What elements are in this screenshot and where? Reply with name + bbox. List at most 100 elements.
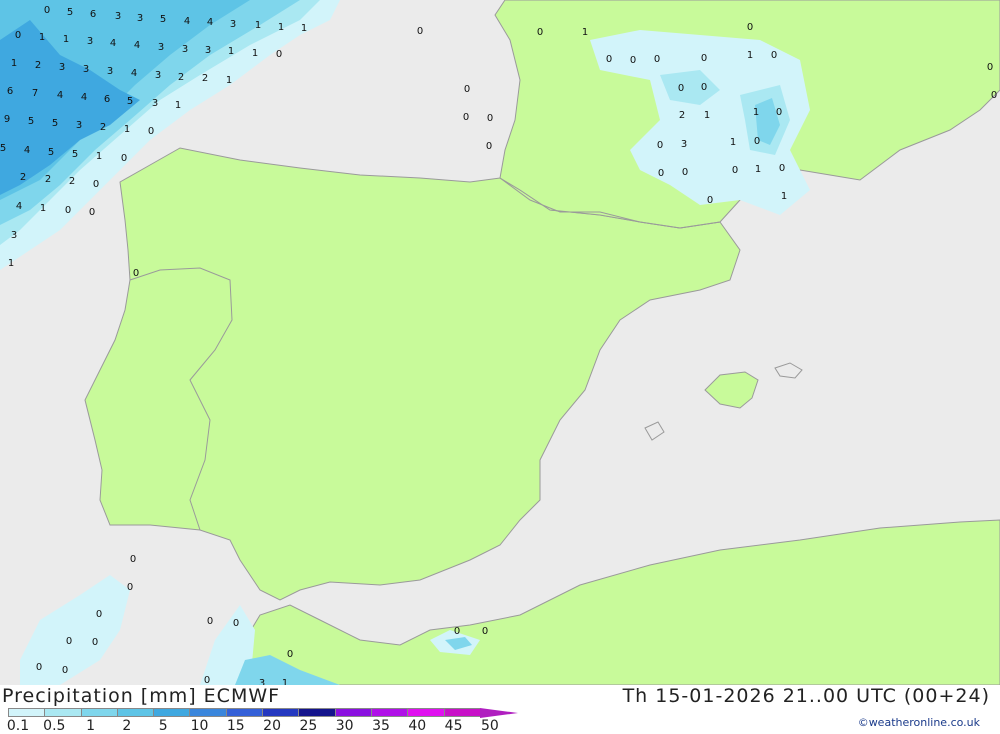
precip-value-label: 3 <box>681 139 687 150</box>
legend-swatch <box>153 708 190 717</box>
legend-swatch <box>334 708 371 717</box>
precip-value-label: 1 <box>730 137 736 148</box>
precip-value-label: 0 <box>89 207 95 218</box>
precip-value-label: 0 <box>464 84 470 95</box>
precip-value-label: 5 <box>28 116 34 127</box>
legend-label: 25 <box>299 718 318 734</box>
precip-value-label: 1 <box>747 50 753 61</box>
map-footer: Precipitation [mm] ECMWF Th 15-01-2026 2… <box>0 685 1000 734</box>
precip-value-label: 1 <box>301 23 307 34</box>
precip-value-label: 0 <box>682 167 688 178</box>
legend-label: 15 <box>226 718 245 734</box>
precip-value-label: 0 <box>606 54 612 65</box>
precip-value-label: 5 <box>0 143 6 154</box>
precip-value-label: 0 <box>463 112 469 123</box>
precip-value-label: 1 <box>704 110 710 121</box>
precip-value-label: 0 <box>482 626 488 637</box>
precip-value-label: 0 <box>654 54 660 65</box>
precip-value-label: 3 <box>155 70 161 81</box>
precip-value-label: 1 <box>755 164 761 175</box>
precip-value-label: 4 <box>134 40 140 51</box>
precip-value-label: 0 <box>486 141 492 152</box>
precip-value-label: 3 <box>83 64 89 75</box>
legend-labels: 0.1 0.5 1 2 5 10 15 20 25 30 35 40 45 50 <box>0 718 520 734</box>
precip-value-label: 0 <box>747 22 753 33</box>
precip-value-label: 6 <box>90 9 96 20</box>
precip-value-label: 0 <box>776 107 782 118</box>
precip-value-label: 0 <box>537 27 543 38</box>
precip-value-label: 3 <box>76 120 82 131</box>
precip-value-label: 0 <box>701 82 707 93</box>
legend-label: 40 <box>408 718 427 734</box>
precip-value-label: 3 <box>87 36 93 47</box>
credit-link[interactable]: ©weatheronline.co.uk <box>858 716 980 729</box>
precip-value-label: 0 <box>96 609 102 620</box>
menorca-land <box>774 362 803 379</box>
legend-swatch <box>443 708 480 717</box>
precip-value-label: 1 <box>781 191 787 202</box>
precip-value-label: 4 <box>207 17 213 28</box>
precip-value-label: 0 <box>678 83 684 94</box>
precip-value-label: 3 <box>115 11 121 22</box>
precip-value-label: 0 <box>121 153 127 164</box>
precip-value-label: 0 <box>991 90 997 101</box>
precip-value-label: 0 <box>707 195 713 206</box>
precip-value-label: 5 <box>127 96 133 107</box>
precip-value-label: 0 <box>133 268 139 279</box>
precip-value-label: 0 <box>65 205 71 216</box>
legend-label: 1 <box>86 718 96 734</box>
legend-swatch <box>225 708 263 717</box>
precip-value-label: 3 <box>230 19 236 30</box>
legend-label: 30 <box>335 718 354 734</box>
mallorca-land <box>704 371 759 409</box>
legend-arrow-icon <box>479 708 518 718</box>
legend-swatch <box>116 708 154 717</box>
precip-value-label: 5 <box>48 147 54 158</box>
precip-value-label: 1 <box>226 75 232 86</box>
precip-value-label: 1 <box>753 107 759 118</box>
precip-value-label: 6 <box>7 86 13 97</box>
precip-value-label: 1 <box>8 258 14 269</box>
precip-value-label: 1 <box>63 34 69 45</box>
precip-value-label: 0 <box>44 5 50 16</box>
precip-value-label: 3 <box>182 44 188 55</box>
precip-value-label: 0 <box>701 53 707 64</box>
precip-value-label: 2 <box>202 73 208 84</box>
precip-value-label: 1 <box>255 20 261 31</box>
precip-value-label: 4 <box>57 90 63 101</box>
precip-value-label: 5 <box>160 14 166 25</box>
precip-value-label: 6 <box>104 94 110 105</box>
precip-value-label: 5 <box>52 118 58 129</box>
precip-value-label: 0 <box>754 136 760 147</box>
precip-value-label: 0 <box>487 113 493 124</box>
legend-label: 45 <box>444 718 463 734</box>
legend-label: 35 <box>372 718 390 734</box>
precip-value-label: 4 <box>184 16 190 27</box>
precip-value-label: 4 <box>24 145 30 156</box>
precip-value-label: 3 <box>205 45 211 56</box>
precip-value-label: 5 <box>72 149 78 160</box>
precip-value-label: 0 <box>987 62 993 73</box>
precip-value-label: 5 <box>67 7 73 18</box>
precip-value-label: 0 <box>276 49 282 60</box>
precip-value-label: 0 <box>127 582 133 593</box>
precip-value-label: 0 <box>204 675 210 685</box>
precip-value-label: 1 <box>175 100 181 111</box>
precip-value-label: 2 <box>45 174 51 185</box>
precip-value-label: 9 <box>4 114 10 125</box>
ibiza-land <box>644 421 665 441</box>
precip-value-label: 1 <box>11 58 17 69</box>
legend-swatch <box>407 708 444 717</box>
precip-value-label: 0 <box>732 165 738 176</box>
precip-value-label: 3 <box>137 13 143 24</box>
forecast-datetime: Th 15-01-2026 21..00 UTC (00+24) <box>622 685 990 707</box>
precip-value-label: 0 <box>15 30 21 41</box>
precip-value-label: 0 <box>779 163 785 174</box>
precip-value-label: 0 <box>130 554 136 565</box>
precip-value-label: 1 <box>582 27 588 38</box>
precip-value-label: 2 <box>69 176 75 187</box>
legend-swatch <box>262 708 299 717</box>
precip-value-label: 0 <box>148 126 154 137</box>
legend-label: 20 <box>263 718 282 734</box>
precip-value-label: 7 <box>32 88 38 99</box>
